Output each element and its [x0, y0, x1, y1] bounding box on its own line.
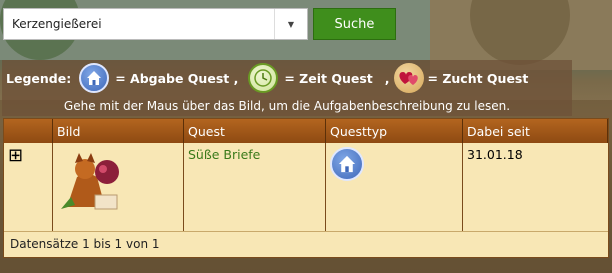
- legend-zeit: = Zeit Quest: [284, 70, 373, 86]
- quest-cell: Süße Briefe: [183, 143, 326, 232]
- expand-icon[interactable]: ⊞: [8, 145, 23, 166]
- search-button[interactable]: Suche: [313, 8, 396, 40]
- clock-icon: [248, 63, 279, 93]
- since-cell: 31.01.18: [462, 143, 608, 232]
- legend-zucht: = Zucht Quest: [427, 70, 529, 86]
- house-icon: [79, 63, 110, 93]
- legend-sep: ,: [384, 70, 390, 86]
- header-dabei-seit[interactable]: Dabei seit: [462, 119, 608, 143]
- header-bild[interactable]: Bild: [52, 119, 184, 143]
- header-questtyp[interactable]: Questtyp: [325, 119, 463, 143]
- expand-cell: ⊞: [4, 143, 53, 232]
- table-row: ⊞ Süße Briefe 31.01.18: [4, 143, 608, 232]
- header-expand: [4, 119, 53, 143]
- legend-bar: Legende: = Abgabe Quest , = Zeit Quest ,…: [2, 60, 572, 96]
- search-select-value: Kerzengießerei: [12, 17, 102, 31]
- dropdown-arrow-icon[interactable]: ▼: [274, 9, 307, 39]
- quest-image[interactable]: [57, 147, 127, 217]
- legend-abgabe: = Abgabe Quest ,: [115, 70, 239, 86]
- bild-cell: [52, 143, 184, 232]
- quest-name[interactable]: Süße Briefe: [188, 147, 260, 162]
- header-quest[interactable]: Quest: [183, 119, 326, 143]
- abgabe-quest-icon: [330, 147, 364, 181]
- table-header-row: Bild Quest Questtyp Dabei seit: [4, 119, 608, 143]
- search-select[interactable]: Kerzengießerei ▼: [3, 8, 308, 40]
- legend-label: Legende:: [6, 70, 72, 86]
- table-footer: Datensätze 1 bis 1 von 1: [10, 237, 160, 251]
- questtyp-cell: [325, 143, 463, 232]
- hearts-icon: [393, 63, 424, 93]
- hover-hint: Gehe mit der Maus über das Bild, um die …: [2, 96, 572, 116]
- quest-table: Bild Quest Questtyp Dabei seit ⊞ Süße Br…: [3, 118, 609, 258]
